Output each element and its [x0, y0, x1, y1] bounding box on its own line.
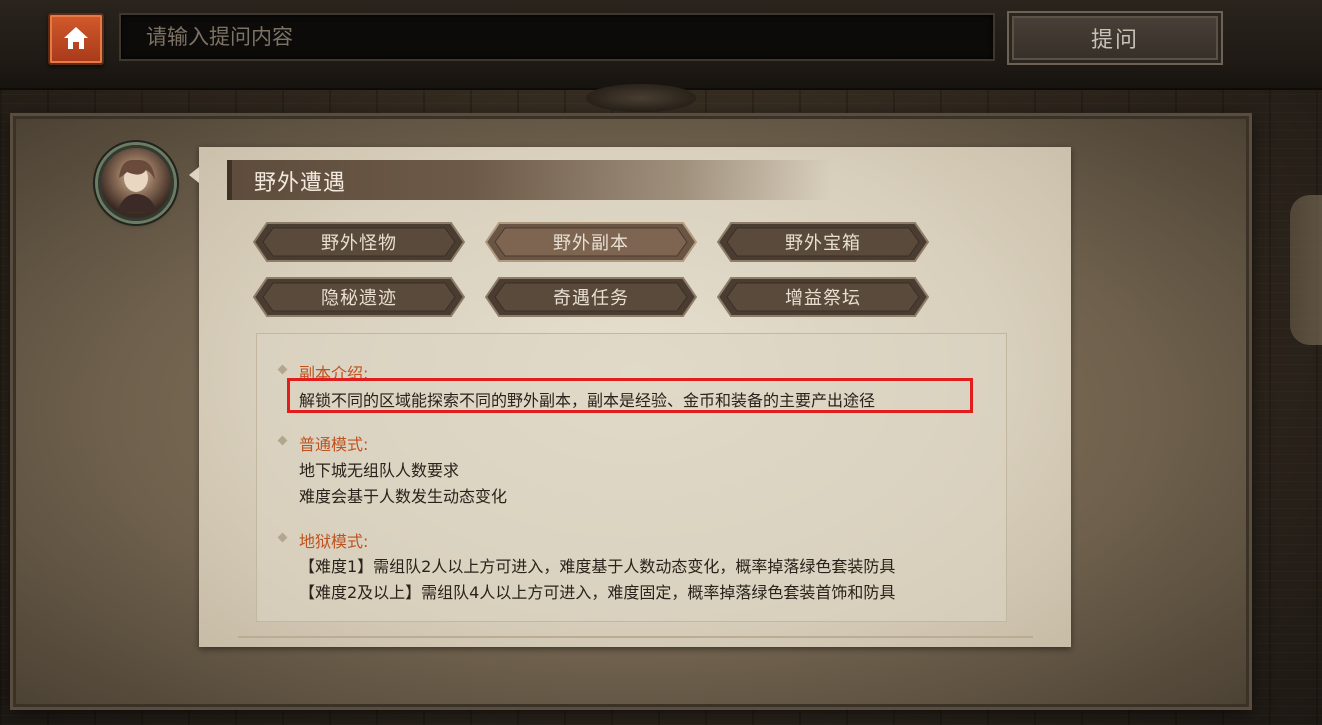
tab-hidden-ruins[interactable]: 隐秘遗迹 [253, 277, 465, 317]
tab-label: 奇遇任务 [553, 288, 629, 309]
search-box[interactable] [119, 13, 995, 61]
section-heading-hell: 地狱模式: [299, 532, 369, 551]
tab-label: 野外副本 [553, 233, 629, 254]
hell-text-2: 【难度2及以上】需组队4人以上方可进入，难度固定，概率掉落绿色套装首饰和防具 [299, 583, 896, 602]
ask-button[interactable]: 提问 [1007, 11, 1223, 65]
top-bar: 提问 [0, 0, 1322, 90]
skull-ornament [586, 84, 696, 112]
tab-adventure-quest[interactable]: 奇遇任务 [485, 277, 697, 317]
highlight-box [287, 378, 973, 413]
normal-text-1: 地下城无组队人数要求 [299, 461, 460, 480]
normal-text-2: 难度会基于人数发生动态变化 [299, 487, 508, 506]
home-button[interactable] [48, 13, 104, 65]
scroll-decoration [1290, 195, 1322, 345]
home-icon [64, 27, 88, 49]
tab-label: 隐秘遗迹 [321, 288, 397, 309]
tab-label: 野外怪物 [321, 233, 397, 254]
divider [238, 636, 1033, 638]
tab-buff-altar[interactable]: 增益祭坛 [717, 277, 929, 317]
tab-label: 野外宝箱 [785, 233, 861, 254]
section-title: 野外遭遇 [254, 171, 347, 196]
tab-wild-chest[interactable]: 野外宝箱 [717, 222, 929, 262]
hell-text-1: 【难度1】需组队2人以上方可进入，难度基于人数动态变化，概率掉落绿色套装防具 [299, 557, 896, 576]
tab-wild-dungeon[interactable]: 野外副本 [485, 222, 697, 262]
tab-label: 增益祭坛 [785, 288, 861, 309]
search-input[interactable] [121, 15, 993, 59]
character-avatar [98, 145, 174, 221]
tab-wild-monsters[interactable]: 野外怪物 [253, 222, 465, 262]
section-heading-normal: 普通模式: [299, 435, 369, 454]
